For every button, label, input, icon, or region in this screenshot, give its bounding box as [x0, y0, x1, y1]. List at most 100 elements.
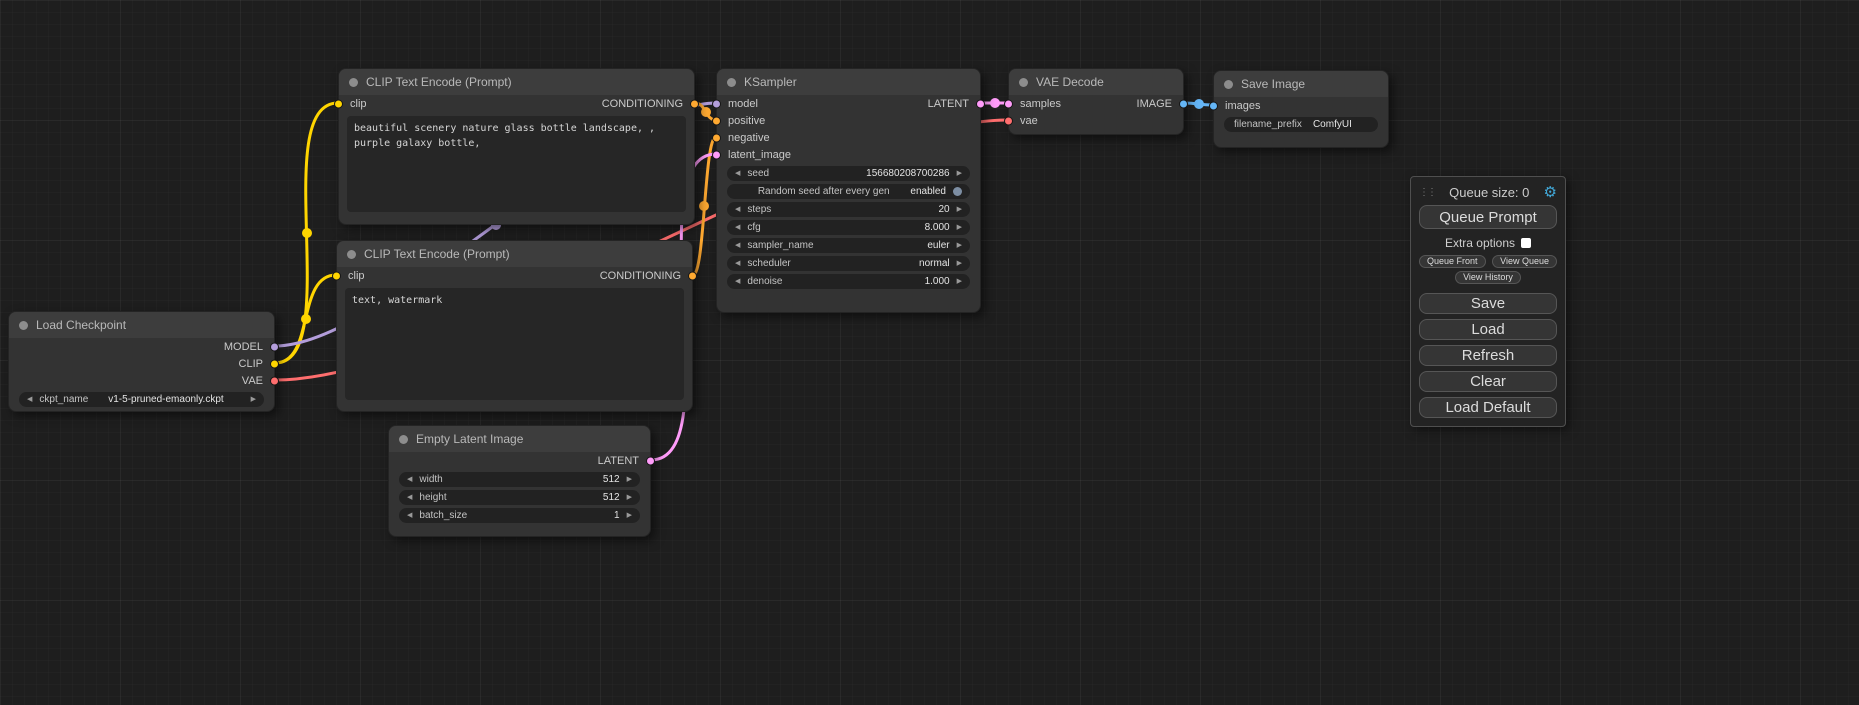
decrement-arrow-icon[interactable]: ◀	[407, 494, 412, 501]
increment-arrow-icon[interactable]: ▶	[957, 206, 962, 213]
collapse-dot-icon[interactable]	[399, 435, 408, 444]
decrement-arrow-icon[interactable]: ◀	[27, 396, 32, 403]
widget-sampler-name[interactable]: ◀ sampler_name euler ▶	[727, 238, 970, 253]
latent-output-port[interactable]	[646, 456, 655, 465]
increment-arrow-icon[interactable]: ▶	[957, 224, 962, 231]
collapse-dot-icon[interactable]	[349, 78, 358, 87]
latent-output-port[interactable]	[976, 99, 985, 108]
settings-gear-icon[interactable]: ⚙	[1544, 185, 1557, 200]
clip-output-port[interactable]	[270, 359, 279, 368]
widget-filename-prefix[interactable]: filename_prefix ComfyUI	[1224, 117, 1378, 132]
increment-arrow-icon[interactable]: ▶	[957, 170, 962, 177]
collapse-dot-icon[interactable]	[727, 78, 736, 87]
node-ksampler[interactable]: KSampler model LATENT positive negative …	[716, 68, 981, 313]
widget-cfg[interactable]: ◀ cfg 8.000 ▶	[727, 220, 970, 235]
widget-denoise[interactable]: ◀ denoise 1.000 ▶	[727, 274, 970, 289]
clip-input-port[interactable]	[334, 99, 343, 108]
node-empty-latent-image[interactable]: Empty Latent Image LATENT ◀ width 512 ▶ …	[388, 425, 651, 537]
conditioning-output-port[interactable]	[690, 99, 699, 108]
node-title-bar[interactable]: Save Image	[1214, 71, 1388, 97]
node-title-bar[interactable]: Load Checkpoint	[9, 312, 274, 338]
increment-arrow-icon[interactable]: ▶	[957, 260, 962, 267]
decrement-arrow-icon[interactable]: ◀	[735, 260, 740, 267]
node-save-image[interactable]: Save Image images filename_prefix ComfyU…	[1213, 70, 1389, 148]
input-label: images	[1225, 100, 1260, 112]
load-default-button[interactable]: Load Default	[1419, 397, 1557, 418]
increment-arrow-icon[interactable]: ▶	[957, 242, 962, 249]
vae-output-port[interactable]	[270, 376, 279, 385]
decrement-arrow-icon[interactable]: ◀	[735, 278, 740, 285]
widget-ckpt-name[interactable]: ◀ ckpt_name v1-5-pruned-emaonly.ckpt ▶	[19, 392, 264, 407]
queue-front-button[interactable]: Queue Front	[1419, 255, 1486, 268]
increment-arrow-icon[interactable]: ▶	[627, 476, 632, 483]
widget-label: Random seed after every gen	[737, 186, 910, 197]
samples-input-port[interactable]	[1004, 99, 1013, 108]
image-output-port[interactable]	[1179, 99, 1188, 108]
positive-input-port[interactable]	[712, 116, 721, 125]
view-queue-button[interactable]: View Queue	[1492, 255, 1557, 268]
input-label: latent_image	[728, 149, 791, 161]
widget-value: 156680208700286	[769, 168, 950, 179]
decrement-arrow-icon[interactable]: ◀	[407, 476, 412, 483]
model-output-port[interactable]	[270, 342, 279, 351]
node-title-bar[interactable]: KSampler	[717, 69, 980, 95]
node-clip-text-encode-positive[interactable]: CLIP Text Encode (Prompt) clip CONDITION…	[338, 68, 695, 225]
prompt-textarea[interactable]: beautiful scenery nature glass bottle la…	[347, 116, 686, 212]
decrement-arrow-icon[interactable]: ◀	[735, 242, 740, 249]
node-load-checkpoint[interactable]: Load Checkpoint MODEL CLIP VAE ◀ ckpt_na…	[8, 311, 275, 412]
node-title-bar[interactable]: VAE Decode	[1009, 69, 1183, 95]
prompt-textarea[interactable]: text, watermark	[345, 288, 684, 400]
node-title-bar[interactable]: CLIP Text Encode (Prompt)	[339, 69, 694, 95]
decrement-arrow-icon[interactable]: ◀	[735, 224, 740, 231]
decrement-arrow-icon[interactable]: ◀	[735, 170, 740, 177]
clear-button[interactable]: Clear	[1419, 371, 1557, 392]
queue-prompt-button[interactable]: Queue Prompt	[1419, 205, 1557, 229]
input-label: vae	[1020, 115, 1038, 127]
widget-seed[interactable]: ◀ seed 156680208700286 ▶	[727, 166, 970, 181]
widget-height[interactable]: ◀ height 512 ▶	[399, 490, 640, 505]
input-label: samples	[1020, 98, 1061, 110]
widget-value: 512	[443, 474, 620, 485]
widget-steps[interactable]: ◀ steps 20 ▶	[727, 202, 970, 217]
widget-random-seed-toggle[interactable]: Random seed after every gen enabled	[727, 184, 970, 199]
negative-input-port[interactable]	[712, 133, 721, 142]
load-button[interactable]: Load	[1419, 319, 1557, 340]
widget-scheduler[interactable]: ◀ scheduler normal ▶	[727, 256, 970, 271]
extra-options-checkbox[interactable]	[1521, 238, 1531, 248]
increment-arrow-icon[interactable]: ▶	[627, 512, 632, 519]
latent-image-input-port[interactable]	[712, 150, 721, 159]
decrement-arrow-icon[interactable]: ◀	[407, 512, 412, 519]
widget-value: euler	[814, 240, 950, 251]
input-label: negative	[728, 132, 770, 144]
node-clip-text-encode-negative[interactable]: CLIP Text Encode (Prompt) clip CONDITION…	[336, 240, 693, 412]
toggle-dot-icon[interactable]	[953, 187, 962, 196]
save-button[interactable]: Save	[1419, 293, 1557, 314]
conditioning-output-port[interactable]	[688, 271, 697, 280]
refresh-button[interactable]: Refresh	[1419, 345, 1557, 366]
node-title-bar[interactable]: Empty Latent Image	[389, 426, 650, 452]
increment-arrow-icon[interactable]: ▶	[251, 396, 256, 403]
queue-panel: ⋮⋮ Queue size: 0 ⚙ Queue Prompt Extra op…	[1410, 176, 1566, 427]
widget-width[interactable]: ◀ width 512 ▶	[399, 472, 640, 487]
drag-handle-icon[interactable]: ⋮⋮	[1419, 187, 1435, 198]
output-label: IMAGE	[1137, 98, 1172, 110]
increment-arrow-icon[interactable]: ▶	[957, 278, 962, 285]
collapse-dot-icon[interactable]	[1019, 78, 1028, 87]
decrement-arrow-icon[interactable]: ◀	[735, 206, 740, 213]
collapse-dot-icon[interactable]	[347, 250, 356, 259]
output-label: CLIP	[239, 358, 263, 370]
model-input-port[interactable]	[712, 99, 721, 108]
widget-batch-size[interactable]: ◀ batch_size 1 ▶	[399, 508, 640, 523]
images-input-port[interactable]	[1209, 101, 1218, 110]
vae-input-port[interactable]	[1004, 116, 1013, 125]
collapse-dot-icon[interactable]	[19, 321, 28, 330]
node-graph-canvas[interactable]: Load Checkpoint MODEL CLIP VAE ◀ ckpt_na…	[0, 0, 1859, 705]
view-history-button[interactable]: View History	[1455, 271, 1521, 284]
input-slot-negative: negative	[717, 129, 980, 146]
output-label: CONDITIONING	[602, 98, 683, 110]
collapse-dot-icon[interactable]	[1224, 80, 1233, 89]
node-title-bar[interactable]: CLIP Text Encode (Prompt)	[337, 241, 692, 267]
clip-input-port[interactable]	[332, 271, 341, 280]
node-vae-decode[interactable]: VAE Decode samples IMAGE vae	[1008, 68, 1184, 135]
increment-arrow-icon[interactable]: ▶	[627, 494, 632, 501]
